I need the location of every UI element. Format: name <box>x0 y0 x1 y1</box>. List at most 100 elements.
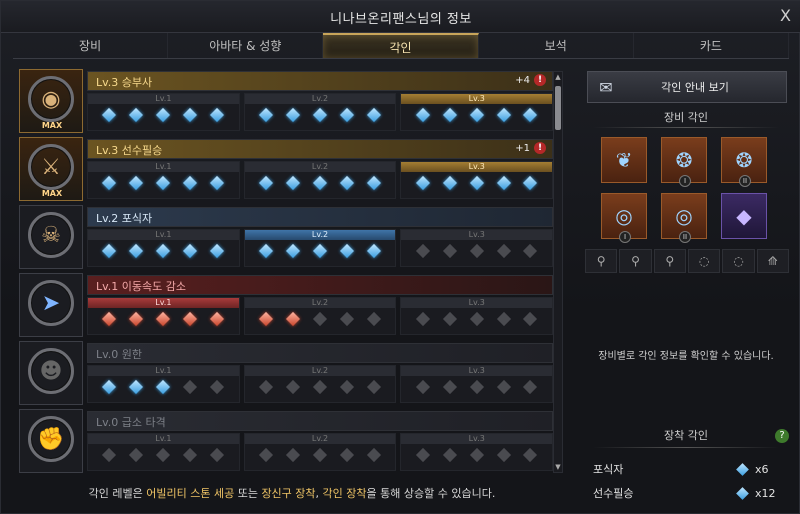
overflow-indicator: +4! <box>515 74 546 86</box>
grey-gem-icon <box>183 447 198 463</box>
level-segment: Lv.2 <box>243 229 397 267</box>
gem-row <box>245 379 396 395</box>
level-label: Lv.1 <box>88 230 239 240</box>
tab-avatar[interactable]: 아바타 & 성향 <box>168 33 324 58</box>
scroll-up-icon[interactable]: ▲ <box>554 72 562 82</box>
grey-gem-icon <box>366 379 381 395</box>
stone-slot-icon[interactable]: ⟰ <box>756 249 789 273</box>
grey-gem-icon <box>496 311 511 327</box>
gem-row <box>88 311 239 327</box>
blue-gem-icon <box>259 243 274 259</box>
engraving-row[interactable]: ⚔ MAX Lv.3 선수필승 +1! Lv.1 Lv.2 Lv.3 <box>19 137 554 201</box>
red-gem-icon <box>156 311 171 327</box>
grey-gem-icon <box>496 379 511 395</box>
grey-gem-icon <box>312 379 328 395</box>
level-label: Lv.2 <box>244 434 396 444</box>
blue-gem-icon <box>129 379 144 395</box>
blue-gem-icon <box>259 175 274 191</box>
level-label: Lv.2 <box>244 162 396 172</box>
blue-gem-icon <box>312 107 328 123</box>
engraving-title-bar: Lv.3 승부사 +4! <box>87 71 553 91</box>
engraving-guide-button[interactable]: ✉ 각인 안내 보기 <box>587 71 787 103</box>
scroll-down-icon[interactable]: ▼ <box>554 462 562 472</box>
engraving-title: Lv.0 급소 타격 <box>96 416 166 429</box>
overflow-count: +1 <box>515 142 530 154</box>
engraving-row[interactable]: ➤ Lv.1 이동속도 감소 Lv.1 Lv.2 Lv.3 <box>19 273 554 337</box>
tab-engraving[interactable]: 각인 <box>323 33 479 58</box>
right-panel: ✉ 각인 안내 보기 장비 각인 ❦ ❂ I ❂ II ◎ I ◎ II ◆ ⚲ ⚲ ⚲ ◌ ◌ ⟰ 장비별… <box>583 69 789 507</box>
blue-gem-icon <box>523 175 538 191</box>
equipment-hint: 장비별로 각인 정보를 확인할 수 있습니다. <box>598 351 774 362</box>
level-segment: Lv.2 <box>243 297 397 335</box>
level-label: Lv.2 <box>244 230 396 240</box>
blue-gem-icon <box>366 175 381 191</box>
blue-gem-icon <box>156 379 171 395</box>
warning-icon[interactable]: ! <box>534 74 546 86</box>
level-label: Lv.2 <box>244 366 396 376</box>
level-label: Lv.1 <box>88 366 239 376</box>
blue-gem-icon <box>183 243 198 259</box>
blue-gem-icon <box>156 243 171 259</box>
blue-gem-icon <box>496 175 511 191</box>
ring-icon: ◎ <box>675 204 693 228</box>
grey-gem-icon <box>366 311 381 327</box>
tab-equipment[interactable]: 장비 <box>13 33 169 58</box>
overflow-indicator: +1! <box>515 142 546 154</box>
tab-cards[interactable]: 카드 <box>634 33 790 58</box>
necklace-slot-icon[interactable]: ⚲ <box>585 249 618 273</box>
character-info-window: 니나브온리팬스님의 정보 X 장비 아바타 & 성향 각인 보석 카드 ◉ MAX… <box>0 0 800 514</box>
equipment-slot[interactable]: ◆ <box>721 193 767 239</box>
grey-gem-icon <box>339 311 354 327</box>
scrollbar[interactable]: ▲ ▼ <box>553 71 563 473</box>
equipment-slot[interactable]: ❂ II <box>721 137 767 187</box>
divider <box>593 127 779 128</box>
earring-icon: ❂ <box>675 148 693 172</box>
earring-2-slot-icon[interactable]: ⚲ <box>653 249 686 273</box>
level-segment: Lv.3 <box>400 229 554 267</box>
footer-highlight-engrave: 각인 장착 <box>322 487 367 500</box>
tab-gems[interactable]: 보석 <box>479 33 634 58</box>
equipment-slot[interactable]: ◎ I <box>601 193 647 243</box>
beast-icon: ☠ <box>28 212 74 258</box>
grey-gem-icon <box>129 447 144 463</box>
engraving-row[interactable]: ☻ Lv.0 원한 Lv.1 Lv.2 Lv.3 <box>19 341 554 405</box>
grey-gem-icon <box>523 243 538 259</box>
equipment-slot[interactable]: ❦ <box>601 137 647 183</box>
equipped-engraving-count: x6 <box>755 462 769 476</box>
level-segment: Lv.3 <box>400 161 554 199</box>
scroll-thumb[interactable] <box>555 86 561 130</box>
level-track: Lv.1 Lv.2 Lv.3 <box>87 433 554 471</box>
level-segment: Lv.3 <box>400 433 554 471</box>
grey-gem-icon <box>285 379 301 395</box>
equipment-slot[interactable]: ❂ I <box>661 137 707 187</box>
book-icon: ✉ <box>599 77 613 97</box>
level-label: Lv.2 <box>244 298 396 308</box>
blue-gem-icon <box>339 107 354 123</box>
ring-1-slot-icon[interactable]: ◌ <box>687 249 721 273</box>
earring-icon: ❂ <box>735 148 753 172</box>
gem-row <box>88 447 239 463</box>
grey-gem-icon <box>469 243 484 259</box>
engraving-row[interactable]: ☠ Lv.2 포식자 Lv.1 Lv.2 Lv.3 <box>19 205 554 269</box>
warning-icon[interactable]: ! <box>534 142 546 154</box>
level-label: Lv.3 <box>401 434 553 444</box>
help-icon[interactable]: ? <box>775 429 789 443</box>
engraving-row[interactable]: ◉ MAX Lv.3 승부사 +4! Lv.1 Lv.2 Lv.3 <box>19 69 554 133</box>
skull-icon: ☻ <box>28 348 74 394</box>
equipment-slot[interactable]: ◎ II <box>661 193 707 243</box>
engraving-portrait: ⚔ MAX <box>19 137 83 201</box>
blue-gem-icon <box>210 107 225 123</box>
gem-row <box>245 311 396 327</box>
engraving-row[interactable]: ✊ Lv.0 급소 타격 Lv.1 Lv.2 Lv.3 <box>19 409 554 473</box>
blue-gem-icon <box>156 107 171 123</box>
level-segment: Lv.1 <box>87 161 240 199</box>
grey-gem-icon <box>415 379 430 395</box>
earring-1-slot-icon[interactable]: ⚲ <box>619 249 652 273</box>
engraving-portrait: ✊ <box>19 409 83 473</box>
blue-gem-icon <box>736 486 749 500</box>
title-bar[interactable]: 니나브온리팬스님의 정보 X <box>1 1 800 33</box>
ring-2-slot-icon[interactable]: ◌ <box>722 249 755 273</box>
close-icon[interactable]: X <box>780 6 791 25</box>
blue-gem-icon <box>102 175 117 191</box>
level-track: Lv.1 Lv.2 Lv.3 <box>87 93 554 131</box>
